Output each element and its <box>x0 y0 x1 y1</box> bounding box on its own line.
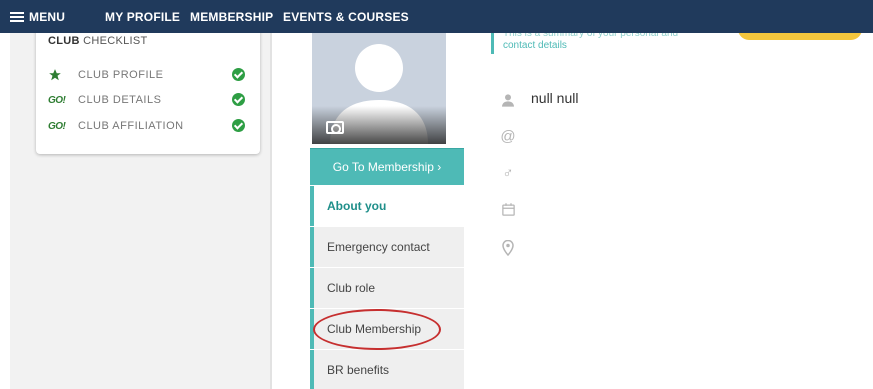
go-icon: GO! <box>48 120 66 132</box>
nav-my-profile[interactable]: MY PROFILE <box>105 10 180 24</box>
club-checklist-card: CLUB CHECKLIST CLUB PROFILE GO! CLUB DET… <box>36 26 260 154</box>
checklist-item-label: CLUB AFFILIATION <box>78 120 184 132</box>
menu-item-br-benefits[interactable]: BR benefits <box>310 350 464 389</box>
nav-membership[interactable]: MEMBERSHIP <box>190 10 273 24</box>
highlight-oval <box>313 309 441 350</box>
checklist-item-label: CLUB DETAILS <box>78 94 162 106</box>
go-to-membership-button[interactable]: Go To Membership › <box>310 148 464 185</box>
menu-label: MENU <box>29 9 66 24</box>
email-icon: @ <box>500 128 516 145</box>
checklist-item-label: CLUB PROFILE <box>78 69 164 81</box>
nav-events-courses[interactable]: EVENTS & COURSES <box>283 10 409 24</box>
profile-photo[interactable] <box>312 20 446 144</box>
gender-male-icon: ♂ <box>502 165 514 182</box>
menu-button[interactable]: MENU <box>10 10 65 24</box>
panel-divider <box>270 33 272 389</box>
checklist-title: CLUB CHECKLIST <box>48 35 148 47</box>
check-circle-icon <box>232 68 245 81</box>
menu-item-about-you[interactable]: About you <box>310 186 464 226</box>
top-navigation-bar: MENU MY PROFILE MEMBERSHIP EVENTS & COUR… <box>0 0 873 33</box>
checklist-item-club-profile[interactable]: CLUB PROFILE <box>48 67 248 83</box>
menu-item-emergency-contact[interactable]: Emergency contact <box>310 227 464 267</box>
hamburger-icon <box>10 11 24 22</box>
menu-item-club-role[interactable]: Club role <box>310 268 464 308</box>
star-icon <box>48 68 68 82</box>
camera-icon[interactable] <box>326 121 344 134</box>
user-name: null null <box>531 90 579 106</box>
go-icon: GO! <box>48 94 66 106</box>
location-pin-icon <box>499 239 517 258</box>
checklist-item-club-details[interactable]: GO! CLUB DETAILS <box>48 92 248 108</box>
checklist-item-club-affiliation[interactable]: GO! CLUB AFFILIATION <box>48 118 248 134</box>
check-circle-icon <box>232 119 245 132</box>
calendar-icon <box>499 202 517 220</box>
check-circle-icon <box>232 93 245 106</box>
person-icon <box>499 92 517 110</box>
